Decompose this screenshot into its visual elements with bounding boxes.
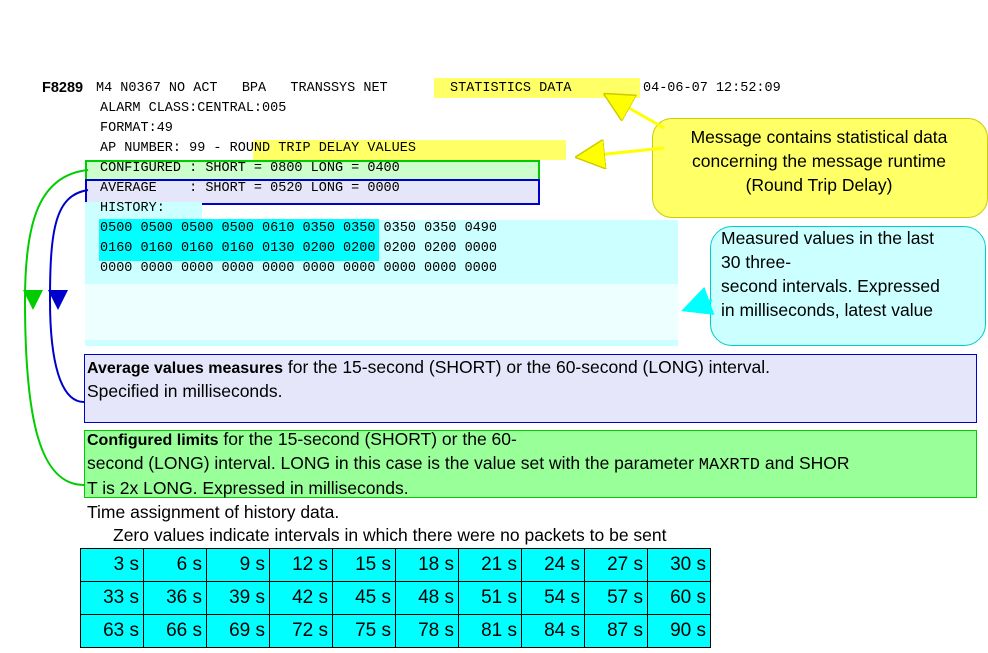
configured-connector-return (24, 299, 85, 486)
average-connector-return (49, 299, 85, 403)
measured-callout-arrow (681, 286, 715, 316)
average-connector (48, 189, 89, 311)
connector-layer (23, 0, 715, 486)
message-callout-arrow-1 (606, 95, 665, 130)
configured-connector (23, 169, 89, 311)
message-callout-arrow-2 (578, 148, 665, 157)
